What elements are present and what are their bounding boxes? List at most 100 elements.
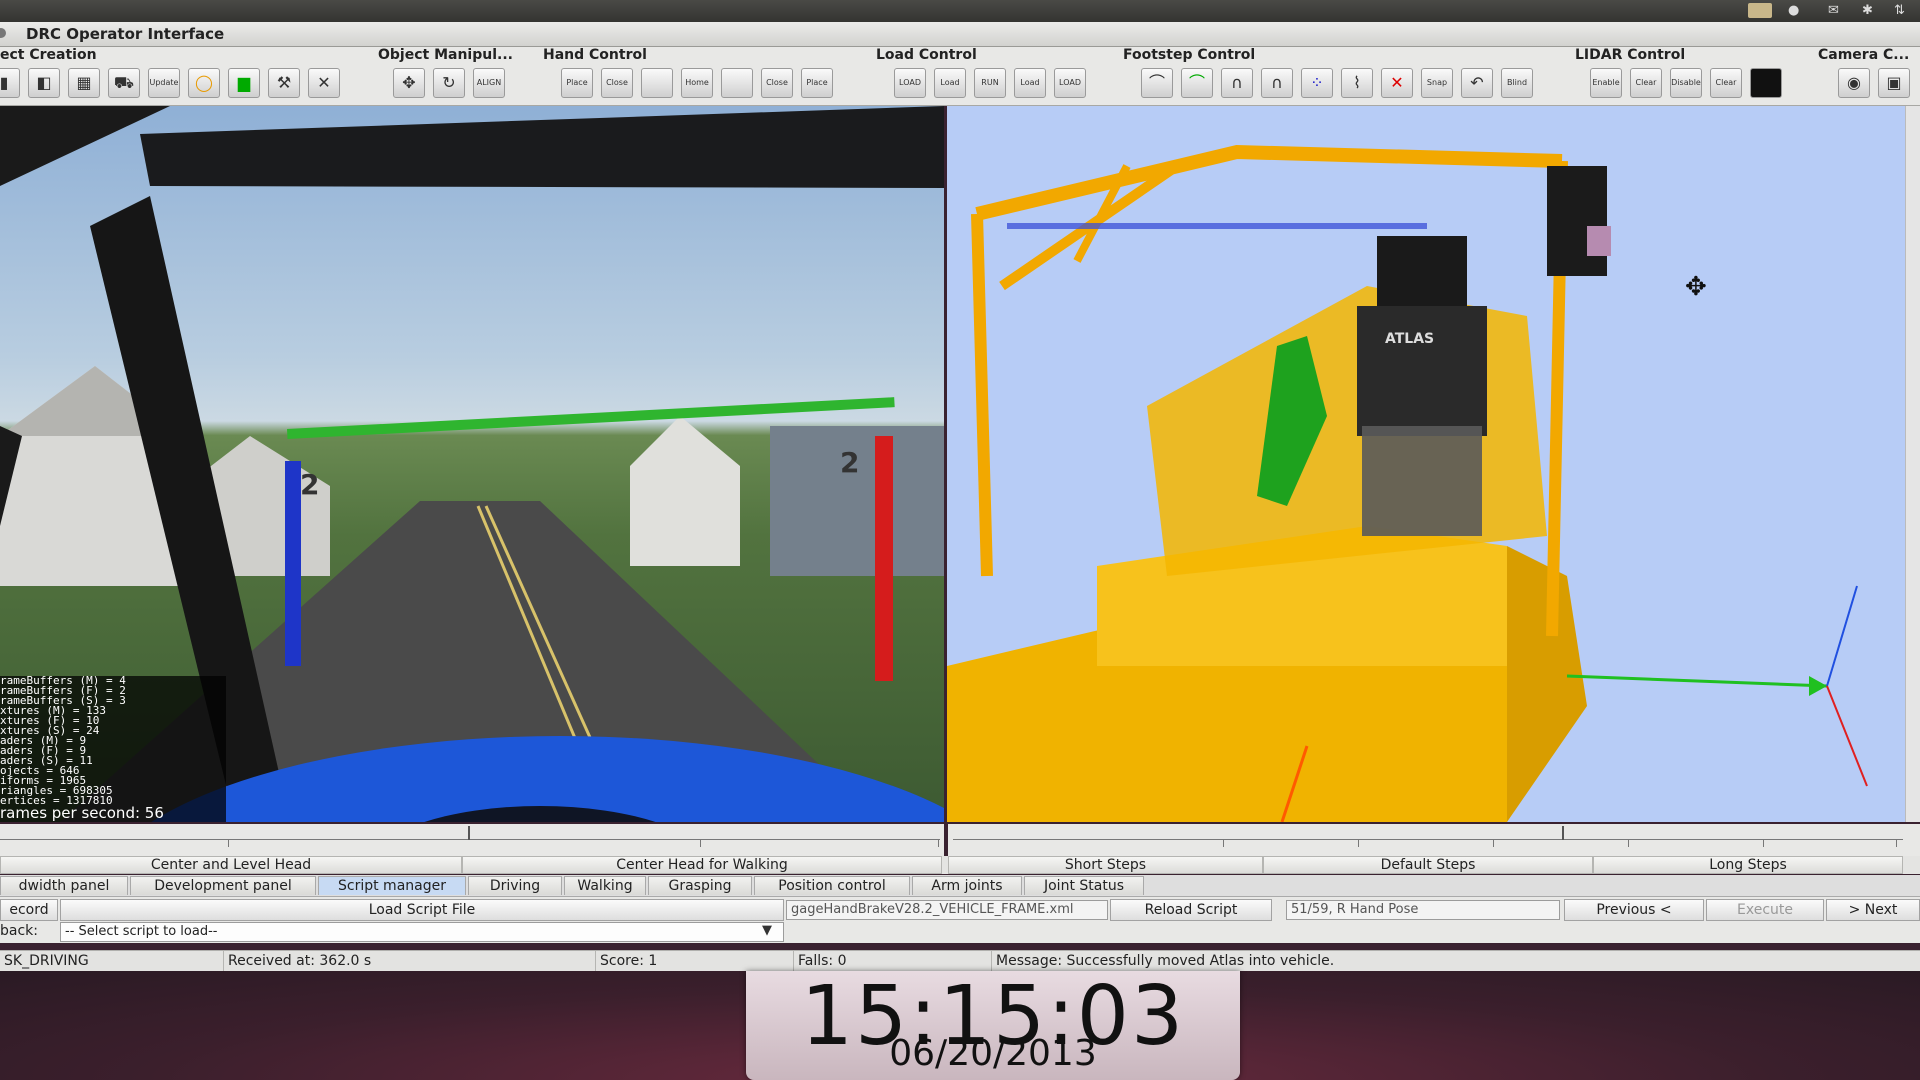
create-grid-button[interactable]: ▦ bbox=[68, 68, 100, 98]
tab-grasping[interactable]: Grasping bbox=[648, 876, 752, 895]
vehicle-side bbox=[1507, 546, 1587, 822]
footstep-right-button[interactable]: ⌒ bbox=[1181, 68, 1213, 98]
tab-script-manager[interactable]: Script manager bbox=[318, 876, 466, 895]
footstep-icon: ∩ bbox=[1231, 73, 1243, 92]
slider-thumb[interactable] bbox=[1562, 826, 1564, 840]
tab-arm-joints[interactable]: Arm joints bbox=[912, 876, 1022, 895]
script-select-dropdown[interactable]: -- Select script to load-- bbox=[60, 922, 784, 942]
load-button-1[interactable]: LOAD bbox=[894, 68, 926, 98]
snap-icon: Snap bbox=[1426, 78, 1448, 87]
lidar-clear-button[interactable]: Clear bbox=[1630, 68, 1662, 98]
record-tray-icon[interactable]: ● bbox=[1788, 3, 1799, 18]
folder-tray-icon[interactable] bbox=[1748, 3, 1772, 18]
center-level-head-button[interactable]: Center and Level Head bbox=[0, 856, 462, 874]
create-object-button[interactable]: ▮ bbox=[0, 68, 20, 98]
hand-close-button[interactable]: Close bbox=[601, 68, 633, 98]
rotate-object-button[interactable]: ↻ bbox=[433, 68, 465, 98]
bluetooth-tray-icon[interactable]: ✱ bbox=[1862, 3, 1873, 18]
tab-walking[interactable]: Walking bbox=[564, 876, 646, 895]
tab-driving[interactable]: Driving bbox=[468, 876, 562, 895]
translate-object-button[interactable]: ✥ bbox=[393, 68, 425, 98]
footstep-undo-button[interactable]: ↶ bbox=[1461, 68, 1493, 98]
step-length-slider[interactable] bbox=[948, 824, 1920, 858]
lidar-enable-button[interactable]: Enable bbox=[1590, 68, 1622, 98]
create-box-button[interactable]: ◧ bbox=[28, 68, 60, 98]
gate-number-right: 2 bbox=[840, 446, 860, 479]
previous-step-button[interactable]: Previous < bbox=[1564, 899, 1704, 921]
group-title-camera-control: Camera C... bbox=[1818, 47, 1910, 63]
received-time-status: Received at: 362.0 s bbox=[224, 951, 596, 971]
default-steps-button[interactable]: Default Steps bbox=[1263, 856, 1593, 874]
slider-track bbox=[953, 839, 1903, 840]
gate-number-left: 2 bbox=[300, 468, 320, 501]
short-steps-button[interactable]: Short Steps bbox=[948, 856, 1263, 874]
footstep-left-button[interactable]: ⌒ bbox=[1141, 68, 1173, 98]
hand-blank-button[interactable] bbox=[641, 68, 673, 98]
load-button-2[interactable]: Load bbox=[934, 68, 966, 98]
load-button-3[interactable]: Load bbox=[1014, 68, 1046, 98]
group-title-object-creation: ect Creation bbox=[0, 47, 97, 63]
record-button[interactable]: ecord bbox=[0, 899, 58, 921]
hand-place-button[interactable]: Place bbox=[561, 68, 593, 98]
center-head-walking-button[interactable]: Center Head for Walking bbox=[462, 856, 942, 874]
tab-position-control[interactable]: Position control bbox=[754, 876, 910, 895]
camera-view-left[interactable]: 2 2 rameBuffers (M) = 4 rameBuffers (F) … bbox=[0, 106, 944, 822]
footstep-both-button[interactable]: ∩ bbox=[1221, 68, 1253, 98]
window-close-icon[interactable] bbox=[0, 28, 6, 38]
hand-place-left-button[interactable]: Place bbox=[801, 68, 833, 98]
execute-step-button[interactable]: Execute bbox=[1706, 899, 1824, 921]
create-ring-button[interactable]: ◯ bbox=[188, 68, 220, 98]
tab-development-panel[interactable]: Development panel bbox=[130, 876, 316, 895]
move-cursor-icon: ✥ bbox=[1685, 272, 1707, 302]
footstep-path-button[interactable]: ⌇ bbox=[1341, 68, 1373, 98]
3d-view-right[interactable]: ATLAS ✥ bbox=[947, 106, 1905, 822]
script-file-name-field[interactable]: gageHandBrakeV28.2_VEHICLE_FRAME.xml bbox=[786, 900, 1108, 920]
3d-view-scrollbar[interactable] bbox=[1905, 106, 1920, 822]
long-steps-button[interactable]: Long Steps bbox=[1593, 856, 1903, 874]
network-tray-icon[interactable]: ⇅ bbox=[1894, 3, 1905, 18]
lidar-black-button[interactable] bbox=[1750, 68, 1782, 98]
align-object-button[interactable]: ALIGN bbox=[473, 68, 505, 98]
slider-thumb[interactable] bbox=[468, 826, 470, 840]
hand-close-icon: Close bbox=[606, 78, 628, 87]
delete-object-button[interactable]: ✕ bbox=[308, 68, 340, 98]
eye-icon: ◉ bbox=[1847, 73, 1861, 92]
camera-view-button[interactable]: ◉ bbox=[1838, 68, 1870, 98]
update-icon: Update bbox=[149, 78, 179, 87]
camera-snapshot-button[interactable]: ▣ bbox=[1878, 68, 1910, 98]
playback-label: back: bbox=[0, 923, 38, 939]
update-vehicle-button[interactable]: Update bbox=[148, 68, 180, 98]
tab-joint-status[interactable]: Joint Status bbox=[1024, 876, 1144, 895]
load-button-4[interactable]: LOAD bbox=[1054, 68, 1086, 98]
reload-script-button[interactable]: Reload Script bbox=[1110, 899, 1272, 921]
footstep-turn-button[interactable]: ∩ bbox=[1261, 68, 1293, 98]
footstep-clear-button[interactable]: ✕ bbox=[1381, 68, 1413, 98]
create-cylinder-button[interactable]: ▆ bbox=[228, 68, 260, 98]
run-button[interactable]: RUN bbox=[974, 68, 1006, 98]
blind-icon: Blind bbox=[1506, 78, 1528, 87]
group-title-load-control: Load Control bbox=[876, 47, 977, 63]
next-step-button[interactable]: > Next bbox=[1826, 899, 1920, 921]
chevron-down-icon[interactable]: ▼ bbox=[762, 923, 772, 938]
robot-label: ATLAS bbox=[1385, 331, 1435, 347]
hand-blank2-button[interactable] bbox=[721, 68, 753, 98]
tab-bandwidth-panel[interactable]: dwidth panel bbox=[0, 876, 128, 895]
dots-icon: ⁘ bbox=[1310, 73, 1324, 92]
hand-home-button[interactable]: Home bbox=[681, 68, 713, 98]
window-title: DRC Operator Interface bbox=[26, 25, 225, 43]
slider-tick bbox=[1358, 840, 1359, 847]
footstep-snap-button[interactable]: Snap bbox=[1421, 68, 1453, 98]
load-script-file-button[interactable]: Load Script File bbox=[60, 899, 784, 921]
create-vehicle-button[interactable]: ⛟ bbox=[108, 68, 140, 98]
footstep-grid-button[interactable]: ⁘ bbox=[1301, 68, 1333, 98]
slider-tick bbox=[1223, 840, 1224, 847]
footstep-icon: ⌒ bbox=[1188, 73, 1205, 92]
hand-close-left-button[interactable]: Close bbox=[761, 68, 793, 98]
lidar-disable-button[interactable]: Disable bbox=[1670, 68, 1702, 98]
lidar-clear2-button[interactable]: Clear bbox=[1710, 68, 1742, 98]
mail-tray-icon[interactable]: ✉ bbox=[1828, 3, 1839, 18]
task-status: SK_DRIVING bbox=[0, 951, 224, 971]
create-drill-button[interactable]: ⚒ bbox=[268, 68, 300, 98]
head-pitch-slider[interactable] bbox=[0, 824, 944, 858]
footstep-blind-button[interactable]: Blind bbox=[1501, 68, 1533, 98]
